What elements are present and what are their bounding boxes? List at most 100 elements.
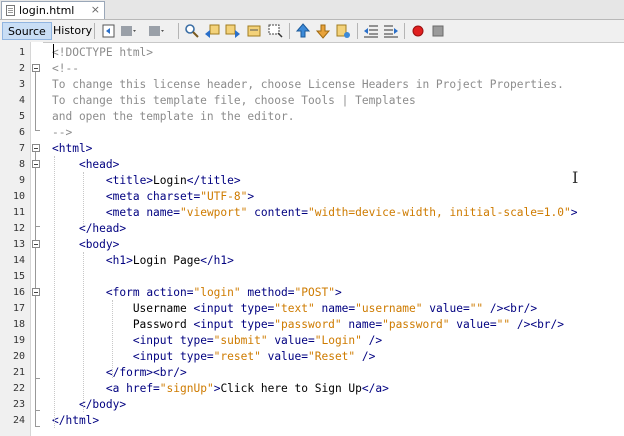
next-bookmark-icon[interactable] [315, 23, 331, 39]
back-icon[interactable] [120, 23, 136, 39]
code-text[interactable]: and open the template in the editor. [52, 109, 294, 125]
file-tab-login-html[interactable]: login.html × [1, 1, 105, 19]
code-line[interactable]: 1 <!DOCTYPE html> [0, 45, 624, 61]
code-text[interactable]: To change this license header, choose Li… [52, 77, 564, 93]
find-icon[interactable] [184, 23, 200, 39]
code-line[interactable]: 15 [0, 269, 624, 285]
code-line[interactable]: 8 <head> [0, 157, 624, 173]
toggle-bookmark-icon[interactable] [335, 23, 351, 39]
forward-icon[interactable] [148, 23, 164, 39]
code-line[interactable]: 14 <h1>Login Page</h1> [0, 253, 624, 269]
token-val: "text" [274, 302, 315, 315]
toggle-rect-select-icon[interactable] [267, 23, 283, 39]
token-attr: value= [429, 302, 470, 315]
find-prev-icon[interactable] [204, 23, 220, 39]
code-text[interactable]: <head> [52, 157, 119, 173]
line-number: 19 [12, 335, 25, 346]
code-line[interactable]: 9 <title>Login</title> [0, 173, 624, 189]
token-val: "reset" [213, 350, 261, 363]
line-number: 15 [12, 271, 25, 282]
token-attr: name= [146, 206, 180, 219]
code-line[interactable]: 23 </body> [0, 397, 624, 413]
line-number: 7 [18, 143, 25, 154]
code-text[interactable]: Password <input type="password" name="pa… [52, 317, 564, 333]
fold-collapse-icon[interactable] [32, 144, 40, 152]
code-text[interactable]: <title>Login</title> [52, 173, 241, 189]
fold-end-marker [35, 410, 40, 411]
line-number: 11 [12, 207, 25, 218]
token-tag: </h1> [200, 254, 234, 267]
code-line[interactable]: 17 Username <input type="text" name="use… [0, 301, 624, 317]
code-text[interactable]: <input type="reset" value="Reset" /> [52, 349, 376, 365]
code-text[interactable]: </form><br/> [52, 365, 187, 381]
code-line[interactable]: 7 <html> [0, 141, 624, 157]
token-val: "Login" [314, 334, 362, 347]
fold-collapse-icon[interactable] [32, 288, 40, 296]
code-line[interactable]: 16 <form action="login" method="POST"> [0, 285, 624, 301]
code-line[interactable]: 20 <input type="reset" value="Reset" /> [0, 349, 624, 365]
code-text[interactable]: To change this template file, choose Too… [52, 93, 416, 109]
code-text[interactable]: <input type="submit" value="Login" /> [52, 333, 382, 349]
code-text[interactable]: </html> [52, 413, 99, 429]
code-text[interactable]: <html> [52, 141, 92, 157]
token-attr: type= [240, 318, 275, 331]
code-line[interactable]: 22 <a href="signUp">Click here to Sign U… [0, 381, 624, 397]
code-line[interactable]: 11 <meta name="viewport" content="width=… [0, 205, 624, 221]
line-number: 23 [12, 399, 25, 410]
fold-collapse-icon[interactable] [32, 64, 40, 72]
token-comment: --> [52, 126, 73, 139]
code-line[interactable]: 5 and open the template in the editor. [0, 109, 624, 125]
code-line[interactable]: 2 <!-- [0, 61, 624, 77]
record-macro-icon[interactable] [410, 23, 426, 39]
code-line[interactable]: 18 Password <input type="password" name=… [0, 317, 624, 333]
history-tab-button[interactable]: History [48, 22, 97, 40]
prev-bookmark-icon[interactable] [295, 23, 311, 39]
html-file-icon [6, 5, 15, 16]
fold-collapse-icon[interactable] [32, 240, 40, 248]
code-text[interactable]: <h1>Login Page</h1> [52, 253, 234, 269]
token-attr: type= [179, 334, 214, 347]
fold-collapse-icon[interactable] [32, 160, 40, 168]
code-line[interactable]: 12 </head> [0, 221, 624, 237]
stop-macro-icon[interactable] [430, 23, 446, 39]
toggle-highlight-icon[interactable] [246, 23, 262, 39]
code-text[interactable]: <form action="login" method="POST"> [52, 285, 342, 301]
last-edit-icon[interactable] [101, 23, 117, 39]
fold-guide-line [35, 72, 36, 130]
shift-left-icon[interactable] [363, 23, 379, 39]
code-text[interactable]: <body> [52, 237, 119, 253]
fold-end-marker [35, 378, 40, 379]
code-line[interactable]: 3 To change this license header, choose L… [0, 77, 624, 93]
code-text[interactable]: </head> [52, 221, 126, 237]
code-line[interactable]: 6 --> [0, 125, 624, 141]
code-line[interactable]: 10 <meta charset="UTF-8"> [0, 189, 624, 205]
token-tag: /> [361, 350, 376, 363]
token-tag: /> [368, 334, 383, 347]
code-text[interactable]: Username <input type="text" name="userna… [52, 301, 537, 317]
code-line[interactable]: 4 To change this template file, choose To… [0, 93, 624, 109]
code-text[interactable]: <meta name="viewport" content="width=dev… [52, 205, 578, 221]
code-line[interactable]: 21 </form><br/> [0, 365, 624, 381]
line-number: 8 [18, 159, 25, 170]
code-line[interactable]: 19 <input type="submit" value="Login" /> [0, 333, 624, 349]
code-line[interactable]: 13 <body> [0, 237, 624, 253]
mouse-ibeam-cursor-icon: I [572, 168, 579, 187]
code-text[interactable]: --> [52, 125, 72, 141]
code-text[interactable]: <!-- [52, 61, 79, 77]
token-attr: value= [267, 350, 308, 363]
fold-end-marker [35, 130, 40, 131]
code-line[interactable]: 24 </html> [0, 413, 624, 429]
code-text[interactable]: <a href="signUp">Click here to Sign Up</… [52, 381, 389, 397]
code-text[interactable]: <!DOCTYPE html> [52, 45, 153, 61]
token-val: "submit" [213, 334, 268, 347]
code-text[interactable]: </body> [52, 397, 126, 413]
token-attr: action= [146, 286, 194, 299]
find-next-icon[interactable] [225, 23, 241, 39]
shift-right-icon[interactable] [383, 23, 399, 39]
source-tab-button[interactable]: Source [2, 22, 52, 40]
close-tab-icon[interactable]: × [91, 4, 100, 16]
line-number: 21 [12, 367, 25, 378]
